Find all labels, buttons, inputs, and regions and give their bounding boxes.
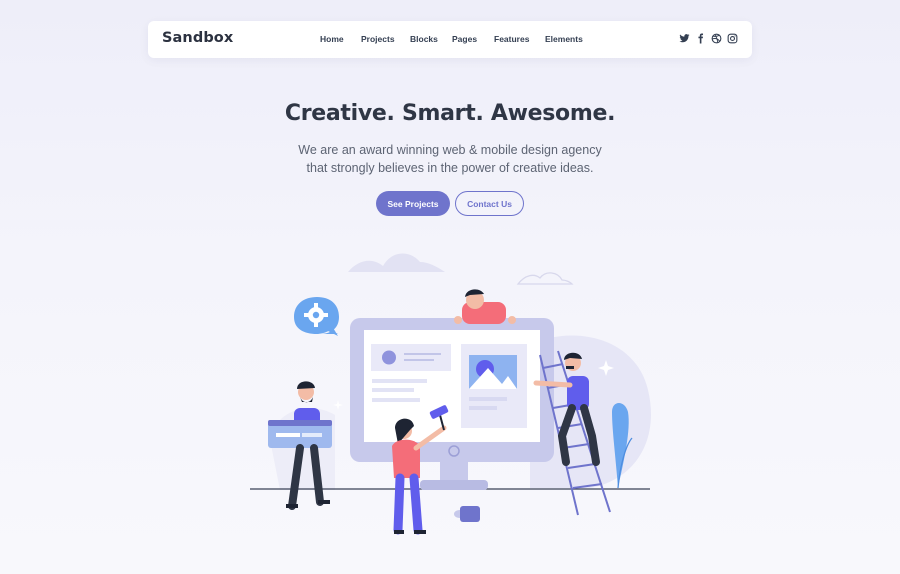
gear-speech-bubble — [294, 297, 339, 336]
nav-item-pages[interactable]: Pages — [452, 34, 477, 44]
facebook-icon[interactable] — [695, 33, 706, 44]
dribbble-icon[interactable] — [711, 33, 722, 44]
cloud-illustration — [348, 253, 574, 285]
nav-item-features[interactable]: Features — [494, 34, 529, 44]
nav-item-projects[interactable]: Projects — [361, 34, 395, 44]
see-projects-button[interactable]: See Projects — [376, 191, 450, 216]
twitter-icon[interactable] — [679, 33, 690, 44]
brand-logo[interactable]: Sandbox — [162, 30, 233, 46]
monitor-illustration — [350, 318, 554, 490]
nav-item-home[interactable]: Home — [320, 34, 344, 44]
hero-subtitle: We are an award winning web & mobile des… — [0, 141, 900, 177]
paint-can — [454, 506, 480, 522]
navbar: Sandbox Home Projects Blocks Pages Featu… — [148, 21, 752, 58]
hero-illustration — [250, 253, 651, 535]
instagram-icon[interactable] — [727, 33, 738, 44]
contact-us-button[interactable]: Contact Us — [455, 191, 524, 216]
hero-subtitle-line-2: that strongly believes in the power of c… — [306, 161, 594, 175]
hero-title: Creative. Smart. Awesome. — [284, 101, 616, 126]
nav-item-elements[interactable]: Elements — [545, 34, 583, 44]
nav-item-blocks[interactable]: Blocks — [410, 34, 438, 44]
hero-subtitle-line-1: We are an award winning web & mobile des… — [298, 143, 602, 157]
